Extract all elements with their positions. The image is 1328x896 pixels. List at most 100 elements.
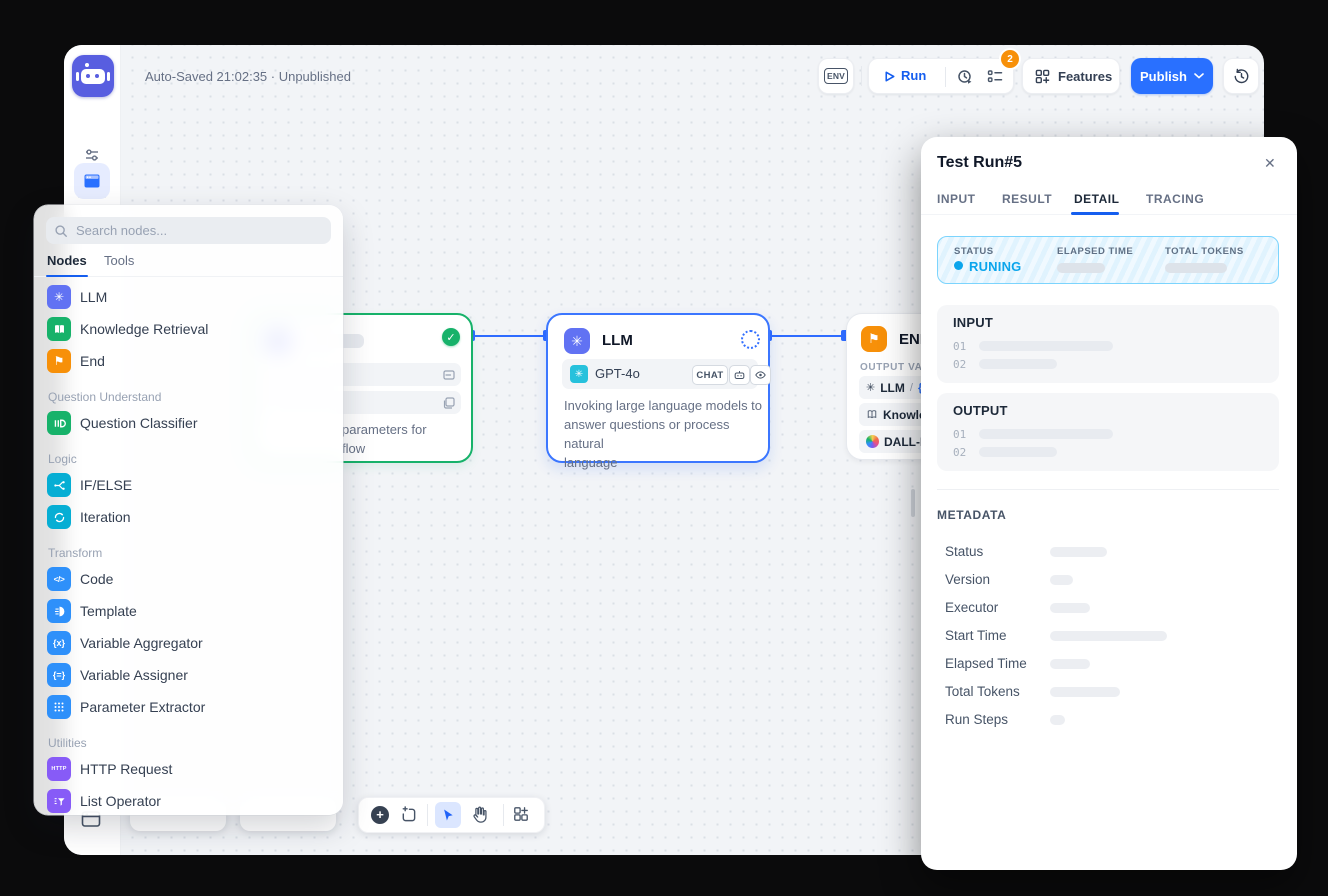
metadata-row-label: Total Tokens — [945, 684, 1020, 699]
tab-nodes[interactable]: Nodes — [47, 253, 87, 268]
active-tab-underline — [1071, 212, 1119, 215]
search-icon — [54, 224, 68, 238]
chat-mode-badge: CHAT — [692, 365, 728, 385]
llm-model-row[interactable]: ✳ GPT-4o CHAT — [562, 359, 758, 389]
gpt-model-icon: ✳ — [570, 365, 588, 383]
edge-start-to-llm — [473, 335, 546, 337]
notification-badge: 2 — [1001, 50, 1019, 68]
node-item-list-operator[interactable]: List Operator — [47, 789, 161, 813]
tab-tools[interactable]: Tools — [104, 253, 134, 268]
status-value: RUNING — [969, 259, 1021, 274]
play-icon — [883, 70, 896, 88]
panel-title: Test Run#5 — [937, 154, 1022, 172]
status-card: STATUS RUNING ELAPSED TIME TOTAL TOKENS — [937, 236, 1279, 284]
node-item-template[interactable]: Template — [47, 599, 137, 623]
code-icon: </> — [47, 567, 71, 591]
add-note-button[interactable] — [400, 806, 417, 828]
checklist-icon[interactable] — [987, 69, 1003, 90]
dot-grid-icon — [47, 695, 71, 719]
start-node-description: flow — [342, 439, 365, 458]
node-item-llm[interactable]: ✳ LLM — [47, 285, 107, 309]
metadata-row-label: Run Steps — [945, 712, 1008, 727]
llm-node-title: LLM — [602, 332, 633, 349]
llm-node[interactable]: ✳ LLM ✳ GPT-4o CHAT Invoking large langu… — [546, 313, 770, 463]
autosave-status: Auto-Saved 21:02:35 · Unpublished — [145, 69, 351, 84]
eye-vision-badge — [750, 365, 771, 385]
braces-x-icon: {x} — [47, 631, 71, 655]
history-icon — [1233, 68, 1250, 85]
node-item-http-request[interactable]: HTTP HTTP Request — [47, 757, 172, 781]
tab-tracing[interactable]: TRACING — [1146, 192, 1204, 206]
running-dot-icon — [954, 261, 963, 270]
pointer-mode-button[interactable] — [435, 802, 461, 828]
paragraph-field-icon — [443, 396, 455, 414]
hand-mode-button[interactable] — [471, 805, 487, 828]
run-control-group: Run 2 — [868, 58, 1014, 94]
add-node-button[interactable]: + — [371, 806, 389, 824]
version-history-button[interactable] — [1223, 58, 1259, 94]
run-history-clock-icon[interactable] — [957, 69, 973, 90]
metadata-row-label: Status — [945, 544, 983, 559]
node-item-iteration[interactable]: Iteration — [47, 505, 131, 529]
cursor-icon — [441, 808, 455, 822]
llm-mini-icon: ✳ — [866, 381, 875, 394]
node-item-variable-assigner[interactable]: {=} Variable Assigner — [47, 663, 188, 687]
panel-resize-handle[interactable] — [911, 489, 915, 517]
input-card: INPUT 01 02 — [937, 305, 1279, 383]
tokens-skeleton — [1165, 263, 1227, 273]
node-item-code[interactable]: </> Code — [47, 567, 113, 591]
success-check-icon: ✓ — [442, 328, 460, 346]
publish-button[interactable]: Publish — [1131, 58, 1213, 94]
llm-node-icon: ✳ — [564, 328, 590, 354]
edge-llm-to-end — [770, 335, 846, 337]
book-mini-icon — [866, 409, 878, 420]
node-item-question-classifier[interactable]: Question Classifier — [47, 411, 198, 435]
start-node-description: parameters for — [342, 420, 427, 439]
workflow-window-icon[interactable] — [74, 163, 110, 199]
active-tab-underline — [46, 275, 88, 277]
metadata-row-label: Elapsed Time — [945, 656, 1027, 671]
end-node-flag-icon: ⚑ — [861, 326, 887, 352]
test-run-panel: Test Run#5 ✕ INPUT RESULT DETAIL TRACING… — [921, 137, 1297, 870]
app-logo-robot-icon[interactable] — [72, 55, 114, 97]
node-item-if-else[interactable]: IF/ELSE — [47, 473, 132, 497]
book-icon — [47, 317, 71, 341]
branch-icon — [47, 473, 71, 497]
node-item-knowledge-retrieval[interactable]: Knowledge Retrieval — [47, 317, 208, 341]
search-box[interactable] — [46, 217, 331, 244]
search-input[interactable] — [74, 222, 308, 239]
node-item-parameter-extractor[interactable]: Parameter Extractor — [47, 695, 205, 719]
loop-icon — [47, 505, 71, 529]
canvas-toolbar: + — [358, 797, 545, 833]
topbar-divider — [861, 66, 862, 86]
funnel-icon — [47, 789, 71, 813]
section-question-understand: Question Understand — [48, 390, 161, 404]
section-utilities: Utilities — [48, 736, 87, 750]
template-icon — [47, 599, 71, 623]
vision-robot-badge — [729, 365, 750, 385]
section-logic: Logic — [48, 452, 77, 466]
dalle-icon — [866, 435, 879, 448]
node-item-end[interactable]: ⚑ End — [47, 349, 105, 373]
metadata-heading: METADATA — [937, 508, 1006, 522]
metadata-row-label: Version — [945, 572, 990, 587]
node-search-panel: Nodes Tools ✳ LLM Knowledge Retrieval ⚑ … — [34, 205, 343, 815]
metadata-row-label: Start Time — [945, 628, 1007, 643]
organize-layout-button[interactable] — [513, 806, 529, 827]
tab-input[interactable]: INPUT — [937, 192, 976, 206]
env-tag-icon: ENV — [824, 68, 848, 84]
env-button[interactable]: ENV — [818, 58, 854, 94]
close-icon[interactable]: ✕ — [1264, 155, 1276, 172]
features-button[interactable]: Features — [1022, 58, 1120, 94]
short-text-field-icon — [443, 368, 455, 386]
http-icon: HTTP — [47, 757, 71, 781]
run-button[interactable]: Run — [901, 68, 926, 83]
tab-detail[interactable]: DETAIL — [1074, 192, 1119, 206]
section-transform: Transform — [48, 546, 102, 560]
metadata-row-label: Executor — [945, 600, 998, 615]
tab-result[interactable]: RESULT — [1002, 192, 1052, 206]
model-name: GPT-4o — [595, 366, 640, 381]
llm-node-description: Invoking large language models to answer… — [564, 396, 768, 472]
features-blocks-icon — [1035, 69, 1050, 84]
node-item-variable-aggregator[interactable]: {x} Variable Aggregator — [47, 631, 203, 655]
